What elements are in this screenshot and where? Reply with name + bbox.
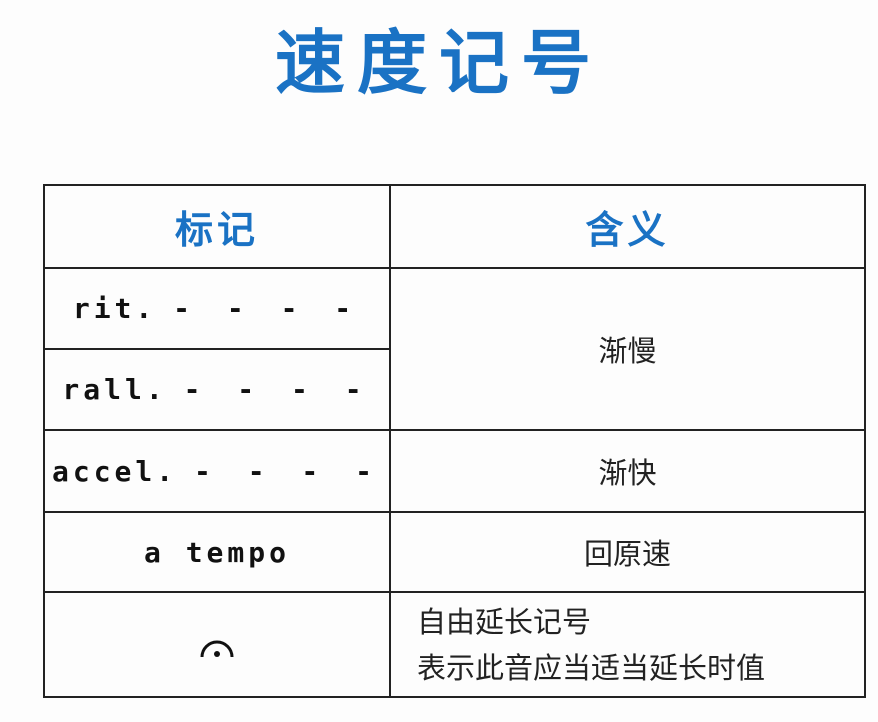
term-rit: rit. [72, 292, 157, 325]
meaning-cell: 渐快 [389, 429, 866, 513]
meaning-line-2: 表示此音应当适当延长时值 [417, 650, 766, 685]
term-accel: accel. [51, 454, 178, 488]
fermata-icon [199, 633, 235, 659]
term-rall: rall. [62, 373, 167, 406]
term-a-tempo: a tempo [143, 535, 290, 569]
table-row: a tempo 回原速 [43, 511, 866, 593]
page-title: 速度记号 [275, 22, 603, 104]
mark-cell [43, 591, 391, 698]
dashes: - - - - [173, 292, 362, 325]
mark-cell: a tempo [43, 511, 391, 593]
table-row: rit. - - - - 渐慢 [43, 267, 866, 431]
mark-cell: rall. - - - - [43, 348, 391, 431]
table-row: 自由延长记号 表示此音应当适当延长时值 [43, 591, 866, 698]
mark-cell: accel. - - - - [43, 429, 391, 513]
table-header-row: 标记 含义 [43, 184, 866, 269]
dashes: - - - - [183, 373, 372, 406]
header-mark: 标记 [43, 184, 391, 269]
meaning-cell: 渐慢 [389, 267, 866, 431]
dashes: - - - - [194, 454, 383, 488]
meaning-cell: 回原速 [389, 511, 866, 593]
header-meaning: 含义 [389, 184, 866, 269]
meaning-cell: 自由延长记号 表示此音应当适当延长时值 [389, 591, 866, 698]
tempo-marks-table: 标记 含义 rit. - - - - 渐慢 rall. - - - - acce… [43, 184, 866, 698]
mark-cell: rit. - - - - [43, 267, 391, 350]
table-row: accel. - - - - 渐快 [43, 429, 866, 513]
meaning-line-1: 自由延长记号 [417, 604, 592, 639]
